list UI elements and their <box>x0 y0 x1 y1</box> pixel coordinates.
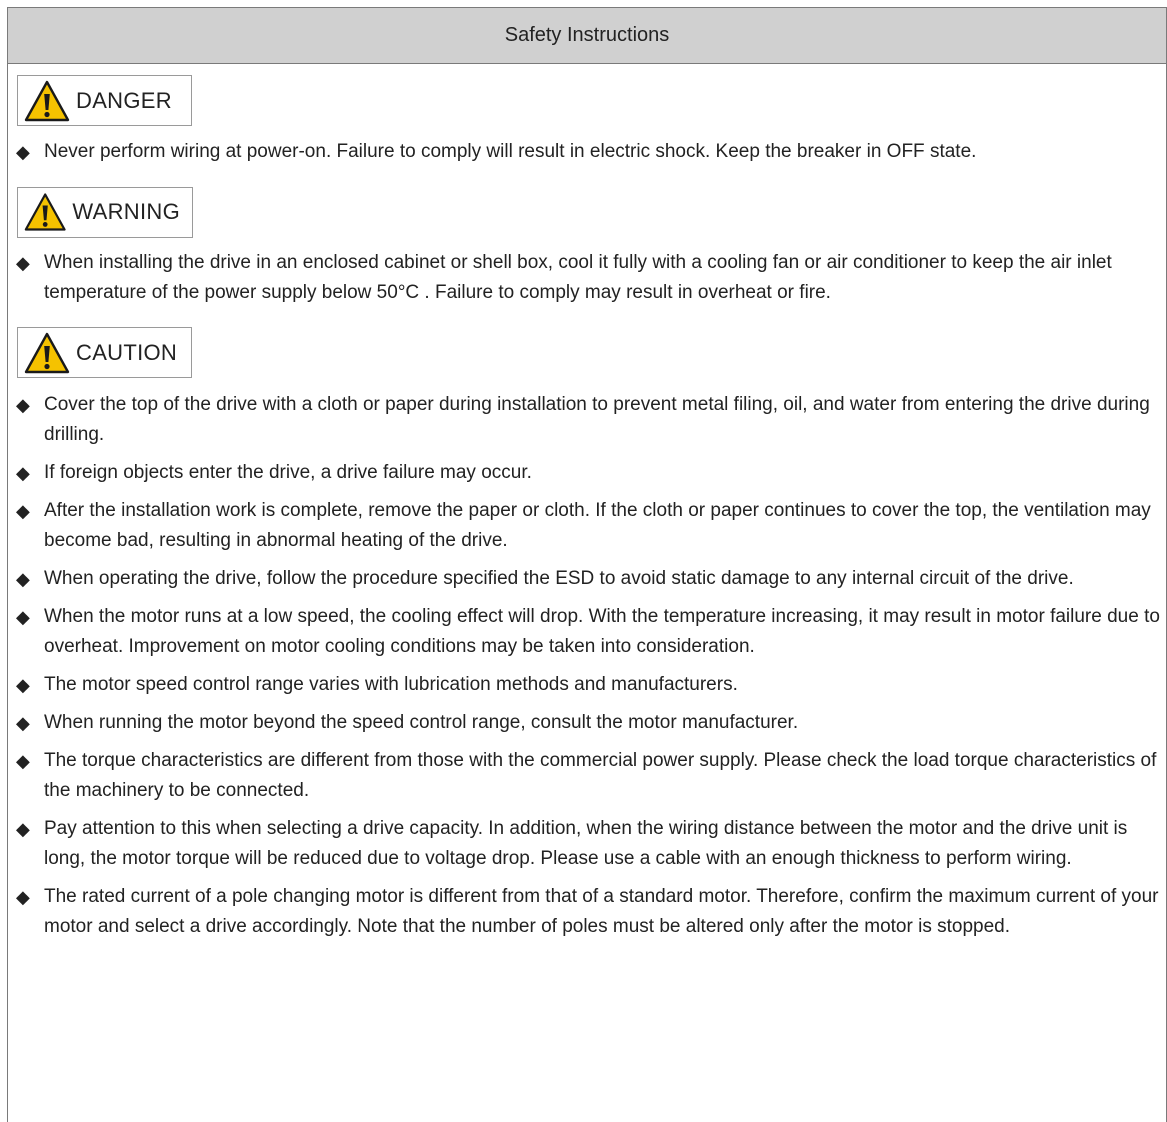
table-body: DANGER ◆ Never perform wiring at power-o… <box>8 64 1166 942</box>
list-item: ◆ Cover the top of the drive with a clot… <box>16 390 1166 450</box>
bullet-diamond-icon: ◆ <box>16 712 30 733</box>
table-header: Safety Instructions <box>8 8 1166 64</box>
list-item-text: If foreign objects enter the drive, a dr… <box>44 461 532 483</box>
warning-triangle-icon <box>24 193 66 231</box>
list-item: ◆ When operating the drive, follow the p… <box>16 564 1166 594</box>
bullet-diamond-icon: ◆ <box>16 394 30 415</box>
caution-label: CAUTION <box>17 327 192 378</box>
warning-triangle-icon <box>24 80 70 121</box>
list-item: ◆ When the motor runs at a low speed, th… <box>16 602 1166 662</box>
list-item-text: The motor speed control range varies wit… <box>44 673 738 695</box>
list-item-text: Cover the top of the drive with a cloth … <box>44 393 1150 445</box>
list-item: ◆ The rated current of a pole changing m… <box>16 882 1166 942</box>
warning-label-text: WARNING <box>72 199 180 224</box>
bullet-diamond-icon: ◆ <box>16 818 30 839</box>
list-item-text: When installing the drive in an enclosed… <box>44 252 1112 303</box>
list-item: ◆ Pay attention to this when selecting a… <box>16 814 1166 874</box>
list-item-text: After the installation work is complete,… <box>44 499 1151 551</box>
bullet-diamond-icon: ◆ <box>16 462 30 483</box>
list-item: ◆ When installing the drive in an enclos… <box>16 248 1166 308</box>
list-item-text: The rated current of a pole changing mot… <box>44 885 1159 937</box>
list-item-text: When operating the drive, follow the pro… <box>44 567 1074 589</box>
list-item: ◆ After the installation work is complet… <box>16 496 1166 556</box>
list-item-text: When running the motor beyond the speed … <box>44 711 799 733</box>
bullet-diamond-icon: ◆ <box>16 886 30 907</box>
header-title: Safety Instructions <box>504 24 670 46</box>
warning-triangle-icon <box>24 332 70 373</box>
list-item: ◆ When running the motor beyond the spee… <box>16 708 1166 738</box>
list-item: ◆ If foreign objects enter the drive, a … <box>16 458 1166 488</box>
list-item: ◆ The torque characteristics are differe… <box>16 746 1166 806</box>
warning-label: WARNING <box>17 186 193 238</box>
list-item-text: Pay attention to this when selecting a d… <box>44 817 1128 869</box>
safety-instructions-table: Safety Instructions DANGER ◆ Never perfo… <box>7 7 1167 1122</box>
list-item-text: The torque characteristics are different… <box>44 749 1157 801</box>
caution-label-text: CAUTION <box>76 339 178 365</box>
danger-label-text: DANGER <box>76 87 172 113</box>
danger-label: DANGER <box>17 75 192 126</box>
list-item-text: When the motor runs at a low speed, the … <box>44 605 1160 657</box>
bullet-diamond-icon: ◆ <box>16 253 30 273</box>
list-item: ◆ Never perform wiring at power-on. Fail… <box>16 137 1166 167</box>
bullet-diamond-icon: ◆ <box>16 500 30 521</box>
list-item: ◆ The motor speed control range varies w… <box>16 670 1166 700</box>
bullet-diamond-icon: ◆ <box>16 674 30 695</box>
bullet-diamond-icon: ◆ <box>16 606 30 627</box>
bullet-diamond-icon: ◆ <box>16 568 30 589</box>
bullet-diamond-icon: ◆ <box>16 750 30 771</box>
bullet-diamond-icon: ◆ <box>16 141 30 162</box>
list-item-text: Never perform wiring at power-on. Failur… <box>44 140 977 162</box>
